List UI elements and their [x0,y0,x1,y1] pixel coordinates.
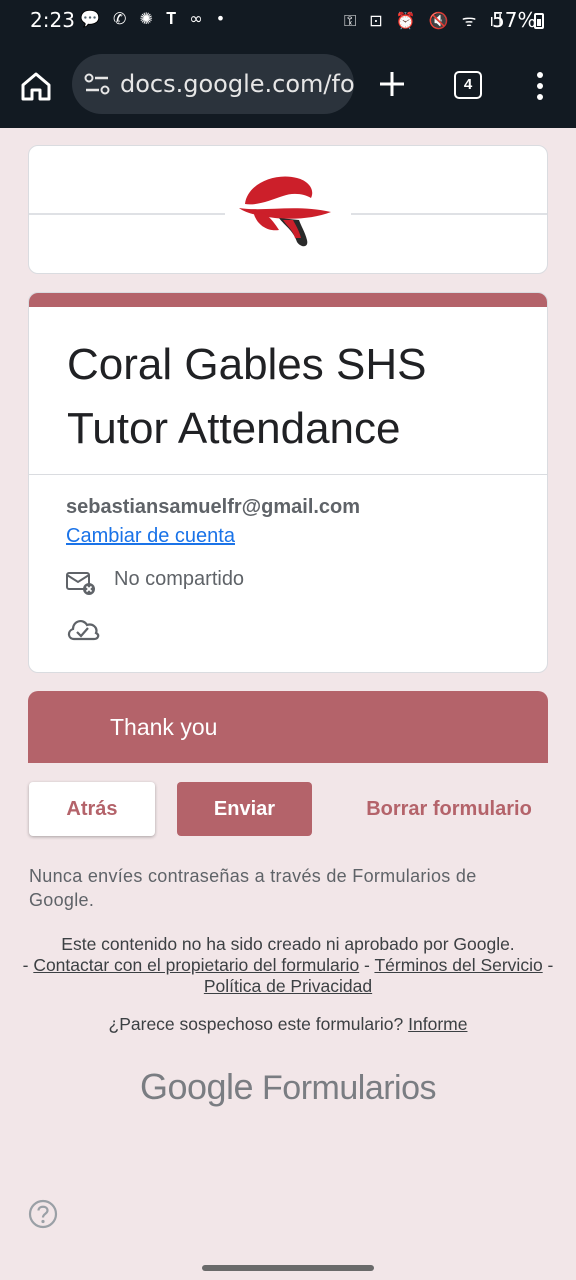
new-tab-icon[interactable] [376,68,408,100]
browser-toolbar: docs.google.com/fo 4 [0,44,576,128]
cloud-saved-icon [67,619,100,641]
notification-icons: 💬 ✆ ✺ 𝐓 ∞ • [80,9,230,28]
report-link[interactable]: Informe [408,1014,467,1034]
google-forms-logo: Google Formularios [0,1066,576,1108]
form-header-image [28,145,548,274]
brand-google: Google [139,1066,254,1107]
more-options-icon[interactable] [528,70,552,102]
header-divider-right [351,213,547,215]
title-accent-bar [29,293,547,307]
report-row: ¿Parece sospechoso este formulario? Info… [0,1014,576,1035]
password-warning: Nunca envíes contraseñas a través de For… [29,866,477,910]
cavalier-logo [239,176,331,247]
form-title: Coral Gables SHS Tutor Attendance [67,340,427,453]
switch-account-link[interactable]: Cambiar de cuenta [66,525,235,548]
privacy-link[interactable]: Política de Privacidad [204,976,372,996]
help-icon[interactable] [28,1199,58,1229]
header-divider-left [29,213,225,215]
gesture-nav-bar[interactable] [202,1265,374,1271]
suspicious-text: ¿Parece sospechoso este formulario? [108,1014,404,1034]
back-button[interactable]: Atrás [29,782,155,836]
tab-switcher-button[interactable]: 4 [454,71,482,99]
status-time: 2:23 [30,8,75,32]
site-settings-icon[interactable] [84,72,110,96]
submit-button[interactable]: Enviar [177,782,312,836]
address-bar[interactable]: docs.google.com/fo [72,54,354,114]
title-divider [29,474,547,475]
url-text[interactable]: docs.google.com/fo [120,70,354,98]
google-disclaimer: Este contenido no ha sido creado ni apro… [22,934,554,996]
disclaimer-text: Este contenido no ha sido creado ni apro… [61,934,515,954]
contact-owner-link[interactable]: Contactar con el propietario del formula… [33,955,359,975]
battery-icon [534,13,544,29]
section-header: Thank you [28,691,548,763]
terms-link[interactable]: Términos del Servicio [374,955,542,975]
clear-form-button[interactable]: Borrar formulario [356,782,542,836]
home-icon[interactable] [18,68,54,104]
not-shared-mail-icon [66,572,95,595]
section-title: Thank you [110,714,218,740]
status-bar: 2:23 💬 ✆ ✺ 𝐓 ∞ • ⚿ ⊡ ⏰ 🔇 ᯤ ıl 57% [0,0,576,44]
system-icons: ⚿ ⊡ ⏰ 🔇 ᯤ ıl [344,11,507,30]
brand-forms: Formularios [262,1069,437,1107]
not-shared-label: No compartido [114,568,245,590]
form-title-card: Coral Gables SHS Tutor Attendance sebast… [28,292,548,673]
battery-percent: 57% [492,8,537,32]
account-email: sebastiansamuelfr@gmail.com [66,496,361,518]
